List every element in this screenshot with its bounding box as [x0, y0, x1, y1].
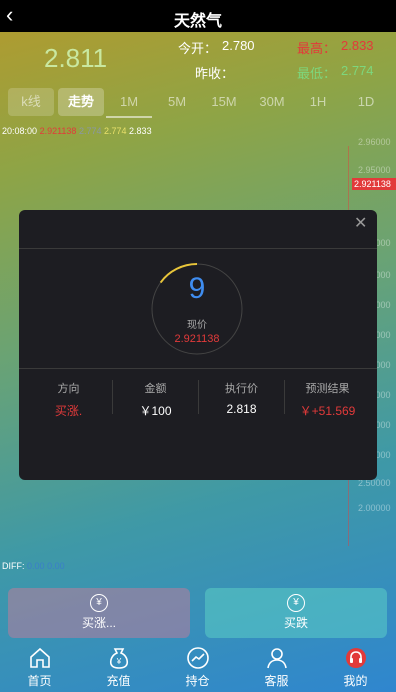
money-bag-icon: ¥: [109, 648, 128, 669]
tab-1m[interactable]: 1M: [110, 88, 148, 116]
info-time: 20:08:00: [2, 126, 38, 136]
svg-text:¥: ¥: [115, 657, 121, 666]
buy-down-label: 买跌: [283, 616, 308, 630]
strike-price-value: 2.818: [226, 402, 257, 416]
quote-panel: 2.811 今开： 2.780 昨收： 最高： 2.833 最低： 2.774: [0, 32, 396, 82]
tab-trend[interactable]: 走势: [58, 88, 104, 116]
col-forecast: 预测结果 ￥+51.569: [285, 380, 370, 419]
tabbar-home[interactable]: 首页: [0, 642, 79, 692]
order-popup: ✕ 9 现价 2.921138 方向 买涨. 金额 ￥100 执行价 2.818…: [19, 210, 377, 480]
col-amount: 金额 ￥100: [113, 380, 198, 419]
chart-circle-icon: [186, 647, 209, 669]
tab-1d[interactable]: 1D: [348, 88, 384, 116]
buy-down-button[interactable]: ¥ 买跌: [205, 588, 387, 638]
tabbar-label: 我的: [343, 674, 368, 688]
buy-up-label: 买涨...: [81, 616, 116, 630]
now-price-value: 2.921138: [174, 333, 220, 345]
col-header: 方向: [57, 383, 80, 395]
tabbar-positions[interactable]: 持仓: [158, 642, 237, 692]
nav-bar: ‹ 天然气: [0, 0, 396, 32]
bottom-tab-bar: 首页 ¥ 充值 持仓 客服 我的: [0, 642, 396, 692]
tabbar-service[interactable]: 客服: [237, 642, 316, 692]
col-strike-price: 执行价 2.818: [199, 380, 284, 416]
tabbar-label: 首页: [27, 674, 52, 688]
current-price-tag: 2.921138: [352, 178, 396, 190]
y-tick: 2.00000: [358, 503, 391, 513]
yen-coin-icon: ¥: [287, 594, 305, 612]
tabbar-label: 持仓: [185, 674, 210, 688]
direction-value: 买涨.: [54, 404, 83, 418]
high-value: 2.833: [341, 38, 374, 53]
yen-coin-icon: ¥: [90, 594, 108, 612]
tabbar-recharge[interactable]: ¥ 充值: [79, 642, 158, 692]
open-label: 今开：: [178, 41, 218, 56]
low-value: 2.774: [341, 63, 374, 78]
diff-value-1: 0.00: [27, 561, 45, 571]
user-icon: [266, 648, 287, 669]
tab-15m[interactable]: 15M: [204, 88, 244, 116]
headset-icon: [345, 648, 366, 668]
high-label: 最高：: [297, 41, 337, 56]
now-price-label: 现价: [187, 320, 207, 331]
col-header: 金额: [144, 383, 167, 395]
info-value-2: 2.774: [78, 126, 102, 136]
period-tabs: k线 走势 1M 5M 15M 30M 1H 1D: [0, 88, 396, 118]
diff-indicator: DIFF: 0.00 0.00: [2, 561, 65, 571]
buy-up-button[interactable]: ¥ 买涨...: [8, 588, 190, 638]
low-label: 最低：: [297, 66, 337, 81]
tab-1h[interactable]: 1H: [300, 88, 336, 116]
forecast-value: ￥+51.569: [299, 404, 356, 418]
tab-30m[interactable]: 30M: [252, 88, 292, 116]
chart-info-line: 20:08:00 2.921138 2.774 2.774 2.833: [2, 126, 152, 136]
tabbar-mine[interactable]: 我的: [316, 642, 395, 692]
y-tick: 2.96000: [358, 137, 391, 147]
col-header: 预测结果: [305, 383, 350, 395]
tab-indicator: [106, 116, 152, 118]
tabbar-label: 充值: [106, 674, 131, 688]
amount-value: ￥100: [139, 404, 172, 418]
info-value-3: 2.774: [104, 126, 127, 136]
close-icon[interactable]: ✕: [354, 213, 367, 233]
home-icon: [29, 647, 50, 668]
prev-close-label: 昨收：: [195, 66, 235, 81]
y-tick: 2.95000: [358, 165, 391, 175]
countdown-number: 9: [188, 272, 206, 305]
info-value-4: 2.833: [129, 126, 152, 136]
divider: [19, 368, 377, 369]
diff-label: DIFF:: [2, 561, 25, 571]
info-value-1: 2.921138: [39, 126, 77, 136]
divider: [19, 248, 377, 249]
diff-value-2: 0.00: [47, 561, 65, 571]
tabbar-label: 客服: [264, 674, 289, 688]
tab-5m[interactable]: 5M: [158, 88, 196, 116]
col-direction: 方向 买涨.: [26, 380, 111, 419]
current-price: 2.811: [44, 43, 108, 73]
col-header: 执行价: [225, 383, 258, 395]
open-value: 2.780: [222, 38, 255, 53]
tab-kline[interactable]: k线: [8, 88, 54, 116]
page-title: 天然气: [173, 13, 222, 30]
